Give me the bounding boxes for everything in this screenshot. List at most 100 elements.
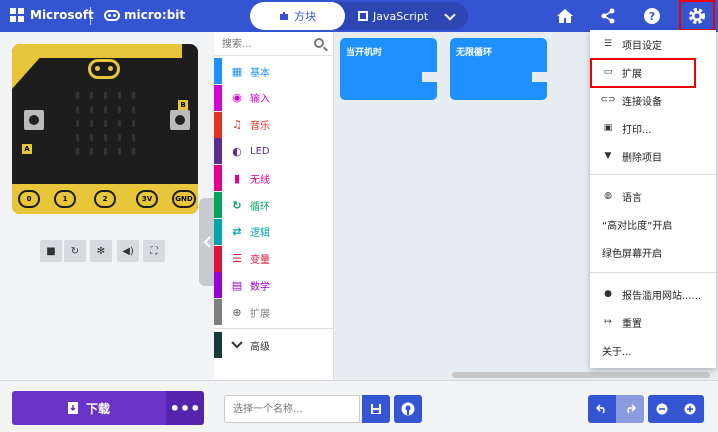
category-label: LED xyxy=(250,145,270,157)
signal-icon: ▮ xyxy=(233,171,241,185)
help-icon[interactable]: ? xyxy=(642,6,662,26)
category-label: 变量 xyxy=(250,255,270,267)
save-icon xyxy=(371,404,381,414)
block-on-start[interactable]: 当开机时 xyxy=(340,38,437,72)
more-options-button[interactable]: ••• xyxy=(166,391,204,425)
menu-item-label: 删除项目 xyxy=(622,152,662,164)
board-button-a[interactable] xyxy=(24,110,44,130)
button-b-label: B xyxy=(178,100,188,110)
headphones-icon: ♫ xyxy=(232,118,242,132)
pin-gnd[interactable]: GND xyxy=(172,190,196,208)
search-icon[interactable] xyxy=(314,38,324,48)
chevron-down-icon[interactable] xyxy=(444,9,456,21)
toolbox: ▦ 基本 ◉ 输入 ♫ 音乐 ◐ LED ▮ 无线 ↻ 循环 ⇄ 逻辑 ☰ 变量 ▤ 数学 ⊕ 扩展 高级 xyxy=(214,32,334,380)
category-item[interactable]: ▦ 基本 xyxy=(214,58,334,84)
circle-icon: ◉ xyxy=(232,91,242,105)
menu-item-label: 绿色屏幕开启 xyxy=(602,248,662,260)
alert-icon: ● xyxy=(604,289,612,299)
category-item[interactable]: ♫ 音乐 xyxy=(214,111,334,138)
pin-3v[interactable]: 3V xyxy=(136,190,158,208)
search-input[interactable] xyxy=(222,36,312,52)
menu-item[interactable]: ↦ 重置 xyxy=(590,308,716,336)
menu-item-label: 项目设定 xyxy=(622,40,662,52)
block-label: 当开机时 xyxy=(346,48,383,58)
led xyxy=(103,91,107,99)
zoom-out-button[interactable] xyxy=(648,395,676,423)
category-item[interactable]: ↻ 循环 xyxy=(214,192,334,218)
settings-button[interactable] xyxy=(679,0,715,31)
led xyxy=(131,133,135,141)
grid-icon: ▦ xyxy=(231,64,243,78)
collapse-simulator-button[interactable] xyxy=(199,198,214,286)
tab-blocks[interactable]: 方块 xyxy=(250,2,345,30)
category-item[interactable]: ◉ 输入 xyxy=(214,84,334,111)
fullscreen-icon[interactable]: ⛶ xyxy=(143,240,165,262)
product-name[interactable]: micro:bit xyxy=(124,8,185,22)
shuffle-icon: ⇄ xyxy=(232,225,242,239)
pin-0[interactable]: 0 xyxy=(18,190,40,208)
menu-item-label: “高对比度”开启 xyxy=(602,220,673,232)
menu-item[interactable]: 绿色屏幕开启 xyxy=(590,238,716,266)
svg-text:?: ? xyxy=(649,10,655,23)
print-icon: ▣ xyxy=(603,123,613,133)
category-label: 循环 xyxy=(250,201,270,213)
sound-icon[interactable]: ◀) xyxy=(117,240,139,262)
led xyxy=(103,133,107,141)
stop-icon[interactable]: ■ xyxy=(40,240,62,262)
sliders-icon: ☰ xyxy=(603,39,613,49)
led xyxy=(103,119,107,127)
project-name-input[interactable] xyxy=(224,395,360,423)
gear-icon xyxy=(689,8,705,24)
board-button-b[interactable] xyxy=(170,110,190,130)
menu-divider xyxy=(590,174,716,175)
undo-button[interactable] xyxy=(588,395,616,423)
github-icon xyxy=(401,402,415,416)
category-item[interactable]: ▮ 无线 xyxy=(214,165,334,192)
signout-icon: ↦ xyxy=(604,317,612,327)
share-icon[interactable] xyxy=(598,6,618,26)
download-icon xyxy=(67,402,78,414)
microbit-board[interactable]: A B 0 1 2 3V GND xyxy=(12,44,198,214)
save-button[interactable] xyxy=(362,395,390,423)
board-decor-top xyxy=(32,44,182,58)
menu-item[interactable]: 关于... xyxy=(590,336,716,364)
pin-1[interactable]: 1 xyxy=(54,190,76,208)
category-item[interactable]: ⇄ 逻辑 xyxy=(214,218,334,245)
chevron-down-icon xyxy=(230,338,244,352)
led xyxy=(89,119,93,127)
menu-item-label: 重置 xyxy=(622,318,642,330)
microsoft-brand: Microsoft xyxy=(30,8,94,22)
category-item[interactable]: ◐ LED xyxy=(214,138,334,165)
download-label: 下载 xyxy=(85,401,110,416)
debug-icon[interactable]: ✻ xyxy=(90,240,112,262)
category-item[interactable]: ▤ 数学 xyxy=(214,272,334,299)
category-item[interactable]: ☰ 变量 xyxy=(214,245,334,272)
menu-item[interactable]: “高对比度”开启 xyxy=(590,210,716,238)
menu-item[interactable]: ▼ 删除项目 xyxy=(590,142,716,170)
home-icon[interactable] xyxy=(555,6,575,26)
block-forever-foot xyxy=(450,82,547,100)
github-button[interactable] xyxy=(394,395,422,423)
menu-item-label: 关于... xyxy=(602,346,632,358)
menu-item[interactable]: ⊂⊃ 连接设备 xyxy=(590,86,716,114)
category-label: 音乐 xyxy=(250,121,270,133)
restart-icon[interactable]: ↻ xyxy=(64,240,86,262)
led xyxy=(89,147,93,155)
menu-item[interactable]: ● 报告滥用网站...... xyxy=(590,280,716,308)
download-button[interactable]: 下载 xyxy=(12,391,166,425)
horizontal-scrollbar[interactable] xyxy=(452,372,710,378)
tab-javascript[interactable]: JavaScript xyxy=(358,2,443,30)
category-label: 扩展 xyxy=(250,308,270,320)
menu-item[interactable]: ◍ 语言 xyxy=(590,182,716,210)
led xyxy=(131,105,135,113)
menu-item[interactable]: ☰ 项目设定 xyxy=(590,30,716,58)
menu-item-label: 语言 xyxy=(622,192,642,204)
led xyxy=(89,105,93,113)
category-item[interactable]: ⊕ 扩展 xyxy=(214,299,334,326)
category-advanced[interactable]: 高级 xyxy=(214,332,334,358)
redo-button[interactable] xyxy=(616,395,644,423)
menu-item[interactable]: ▣ 打印... xyxy=(590,114,716,142)
block-forever[interactable]: 无限循环 xyxy=(450,38,547,72)
pin-2[interactable]: 2 xyxy=(94,190,116,208)
zoom-in-button[interactable] xyxy=(676,395,704,423)
